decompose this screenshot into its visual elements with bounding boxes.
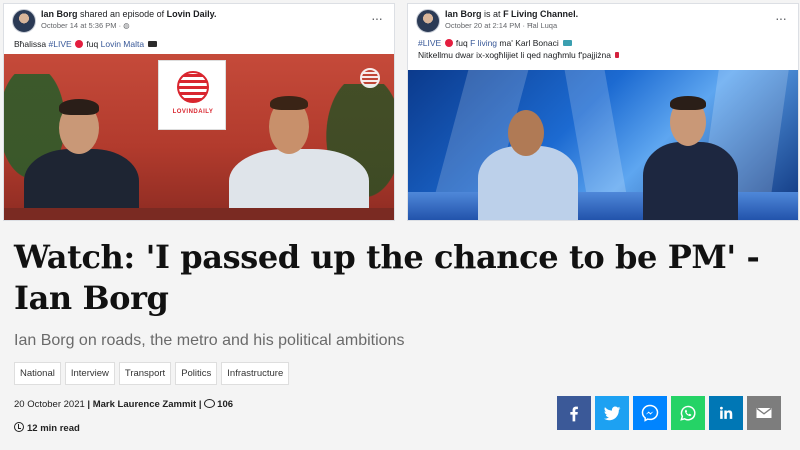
more-options-icon[interactable]: ···: [775, 10, 787, 26]
hashtag-live[interactable]: #LIVE: [418, 38, 441, 48]
post-text: Bħalissa #LIVE fuq Lovin Malta: [14, 39, 158, 49]
person-guest: [643, 142, 738, 220]
share-twitter-button[interactable]: [595, 396, 629, 430]
live-dot-icon: [444, 39, 453, 47]
article-headline: Watch: 'I passed up the chance to be PM'…: [14, 238, 760, 317]
publish-date: 20 October 2021: [14, 399, 85, 410]
watermark-globe-icon: [360, 68, 380, 88]
person-host: [478, 146, 578, 220]
tag-national[interactable]: National: [14, 362, 61, 385]
email-icon: [756, 407, 772, 418]
live-dot-icon: [75, 40, 84, 48]
lovin-daily-logo: LOVINDAILY: [158, 60, 226, 130]
byline-separator: |: [87, 399, 91, 410]
byline-separator: |: [198, 399, 202, 410]
hashtag-live[interactable]: #LIVE: [49, 39, 72, 49]
laptop-icon: [148, 41, 158, 47]
share-email-button[interactable]: [747, 396, 781, 430]
author-link[interactable]: Mark Laurence Zammit: [93, 399, 196, 410]
globe-icon: · ◍: [118, 21, 130, 30]
studio-floor: [408, 192, 798, 220]
share-buttons: [557, 396, 781, 430]
person-head: [508, 110, 544, 156]
byline: 20 October 2021 | Mark Laurence Zammit |…: [14, 399, 233, 410]
post-date[interactable]: October 14 at 5:36 PM: [41, 21, 116, 30]
post-action: shared an episode of: [80, 9, 165, 19]
flag-icon: [615, 52, 620, 58]
page-link[interactable]: Lovin Malta: [101, 39, 144, 49]
comment-icon[interactable]: [204, 399, 216, 408]
post-action: is at: [484, 9, 501, 19]
read-time: 12 min read: [14, 422, 80, 434]
person-hair: [670, 96, 706, 110]
post-author[interactable]: Ian Borg: [445, 9, 482, 19]
post-target[interactable]: Lovin Daily.: [167, 9, 217, 19]
post-target[interactable]: F Living Channel.: [503, 9, 578, 19]
tag-interview[interactable]: Interview: [64, 362, 115, 385]
linkedin-icon: [720, 406, 733, 419]
video-thumbnail[interactable]: LOVINDAILY: [4, 54, 394, 220]
person-link[interactable]: Karl Bonaci: [515, 38, 558, 48]
facebook-post-2: Ian Borg is at F Living Channel. October…: [407, 3, 799, 221]
messenger-icon: [641, 404, 659, 422]
post-text: #LIVE fuq F living ma' Karl Bonaci: [418, 38, 573, 48]
clock-icon: [14, 422, 24, 432]
photo[interactable]: [408, 70, 798, 220]
tag-infrastructure[interactable]: Infrastructure: [221, 362, 290, 385]
person-hair: [270, 96, 308, 110]
person-hair: [59, 99, 99, 115]
share-messenger-button[interactable]: [633, 396, 667, 430]
post-date[interactable]: October 20 at 2:14 PM · Ħal Luqa: [445, 21, 557, 30]
share-facebook-button[interactable]: [557, 396, 591, 430]
comment-count[interactable]: 106: [217, 399, 233, 410]
tag-list: National Interview Transport Politics In…: [14, 362, 290, 385]
tv-icon: [563, 40, 573, 46]
share-whatsapp-button[interactable]: [671, 396, 705, 430]
studio-desk: [4, 208, 394, 220]
post-text-line2: Nitkellmu dwar ix-xogħlijiet li qed nagħ…: [418, 50, 620, 60]
author-avatar[interactable]: [12, 9, 36, 33]
post-author[interactable]: Ian Borg: [41, 9, 78, 19]
more-options-icon[interactable]: ···: [371, 10, 383, 26]
facebook-post-1: Ian Borg shared an episode of Lovin Dail…: [3, 3, 395, 221]
twitter-icon: [603, 406, 621, 421]
globe-icon: [177, 71, 209, 103]
author-avatar[interactable]: [416, 9, 440, 33]
page-link[interactable]: F living: [470, 38, 497, 48]
share-linkedin-button[interactable]: [709, 396, 743, 430]
whatsapp-icon: [680, 405, 696, 421]
facebook-icon: [570, 406, 578, 422]
tag-transport[interactable]: Transport: [118, 362, 172, 385]
logo-text: LOVINDAILY: [172, 109, 214, 115]
tag-politics[interactable]: Politics: [175, 362, 218, 385]
article-subheadline: Ian Borg on roads, the metro and his pol…: [14, 332, 405, 349]
